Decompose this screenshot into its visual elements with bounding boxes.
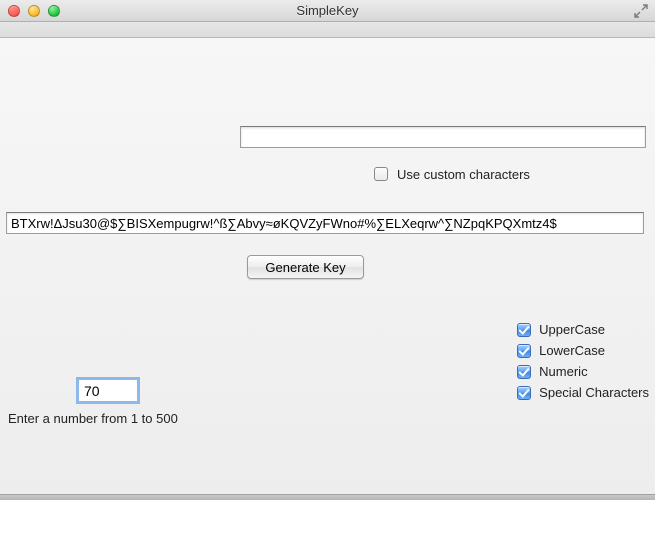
length-helper-text: Enter a number from 1 to 500: [8, 411, 178, 426]
length-input[interactable]: [78, 379, 138, 402]
special-characters-checkbox[interactable]: [517, 386, 531, 400]
character-options: UpperCase LowerCase Numeric Special Char…: [513, 320, 649, 402]
fullscreen-icon[interactable]: [633, 3, 649, 19]
generate-key-button[interactable]: Generate Key: [247, 255, 364, 279]
footer-whitespace: [0, 500, 655, 540]
traffic-lights: [0, 0, 60, 21]
zoom-icon[interactable]: [48, 5, 60, 17]
custom-characters-row: Use custom characters: [370, 164, 530, 184]
lowercase-label: LowerCase: [539, 343, 605, 358]
custom-characters-checkbox[interactable]: [374, 167, 388, 181]
generated-key-output[interactable]: [6, 212, 644, 234]
custom-characters-input[interactable]: [240, 126, 646, 148]
window-title: SimpleKey: [296, 3, 358, 18]
window-titlebar: SimpleKey: [0, 0, 655, 22]
lowercase-checkbox[interactable]: [517, 344, 531, 358]
numeric-label: Numeric: [539, 364, 587, 379]
uppercase-checkbox[interactable]: [517, 323, 531, 337]
custom-characters-label: Use custom characters: [397, 167, 530, 182]
uppercase-label: UpperCase: [539, 322, 605, 337]
content-bottom-edge: [0, 494, 655, 500]
numeric-checkbox[interactable]: [517, 365, 531, 379]
content-area: Use custom characters Generate Key Enter…: [0, 38, 655, 500]
option-lowercase-row: LowerCase: [513, 341, 649, 360]
close-icon[interactable]: [8, 5, 20, 17]
option-numeric-row: Numeric: [513, 362, 649, 381]
toolbar-strip: [0, 22, 655, 38]
option-special-row: Special Characters: [513, 383, 649, 402]
special-characters-label: Special Characters: [539, 385, 649, 400]
minimize-icon[interactable]: [28, 5, 40, 17]
option-uppercase-row: UpperCase: [513, 320, 649, 339]
